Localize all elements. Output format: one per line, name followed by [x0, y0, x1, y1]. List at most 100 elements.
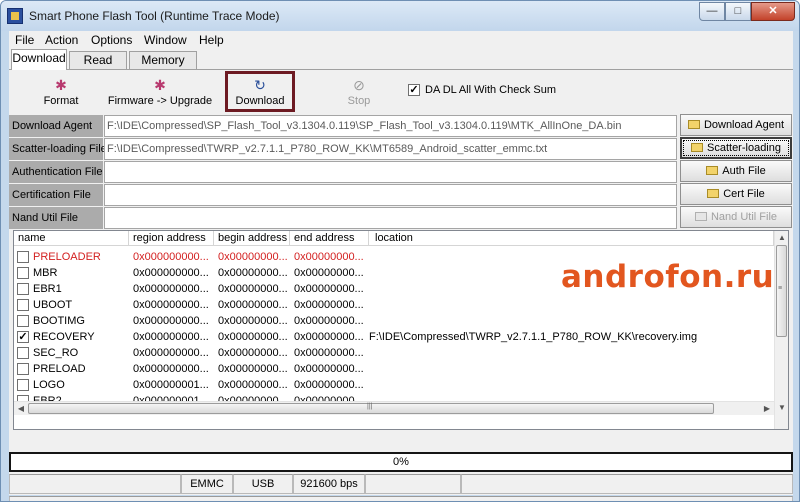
nand-util-file-field[interactable] [104, 207, 677, 229]
tab-download[interactable]: Download [11, 49, 67, 70]
tab-memory-test[interactable]: Memory Test [129, 51, 197, 84]
menu-options[interactable]: Options [91, 33, 132, 47]
scatter-loading-label: Scatter-loading File [9, 138, 107, 160]
scroll-up-arrow-icon[interactable]: ▲ [775, 231, 788, 245]
status-port: USB [233, 474, 293, 494]
row-end-address: 0x00000000... [294, 347, 364, 359]
column-header-begin-address[interactable]: begin address [214, 231, 290, 246]
scatter-loading-field[interactable]: F:\IDE\Compressed\TWRP_v2.7.1.1_P780_ROW… [104, 138, 677, 160]
download-icon: ↻ [254, 77, 266, 93]
download-agent-field[interactable]: F:\IDE\Compressed\SP_Flash_Tool_v3.1304.… [104, 115, 677, 137]
column-header-end-address[interactable]: end address [290, 231, 369, 246]
row-checkbox[interactable] [17, 283, 29, 295]
table-row[interactable]: UBOOT 0x000000000... 0x00000000... 0x000000… [14, 297, 774, 313]
row-checkbox[interactable] [17, 251, 29, 263]
close-button[interactable]: ✕ [751, 2, 795, 21]
status-storage: EMMC [181, 474, 233, 494]
scroll-grip-icon: ||| [367, 403, 373, 410]
column-header-region-address[interactable]: region address [129, 231, 214, 246]
row-end-address: 0x00000000... [294, 283, 364, 295]
row-checkbox[interactable] [17, 363, 29, 375]
row-begin-address: 0x00000000... [218, 331, 288, 343]
format-label: Format [43, 95, 79, 107]
row-end-address: 0x00000000... [294, 315, 364, 327]
column-header-name[interactable]: name [14, 231, 129, 246]
row-checkbox[interactable] [17, 315, 29, 327]
row-region-address: 0x000000000... [133, 267, 209, 279]
table-row[interactable]: BOOTIMG 0x000000000... 0x00000000... 0x0000… [14, 313, 774, 329]
row-region-address: 0x000000000... [133, 331, 209, 343]
minimize-button[interactable]: — [699, 2, 725, 21]
authentication-file-label: Authentication File [9, 161, 103, 183]
menu-file[interactable]: File [15, 33, 34, 47]
window-title: Smart Phone Flash Tool (Runtime Trace Mo… [29, 9, 280, 23]
cert-file-button[interactable]: Cert File [680, 183, 792, 205]
status-cell-empty [461, 474, 793, 494]
menu-window[interactable]: Window [144, 33, 187, 47]
da-checksum-label: DA DL All With Check Sum [425, 84, 557, 96]
scroll-left-arrow-icon[interactable]: ◀ [14, 402, 28, 416]
row-region-address: 0x000000000... [133, 363, 209, 375]
download-label: Download [235, 95, 285, 107]
row-end-address: 0x00000000... [294, 331, 364, 343]
row-region-address: 0x000000000... [133, 347, 209, 359]
row-name: EBR1 [33, 283, 62, 295]
row-end-address: 0x00000000... [294, 363, 364, 375]
firmware-upgrade-icon: ✱ [154, 77, 166, 93]
status-cell-empty [9, 474, 181, 494]
horizontal-scrollbar[interactable]: ◀ ||| ▶ [14, 401, 774, 415]
row-checkbox[interactable] [17, 347, 29, 359]
folder-icon [707, 189, 720, 198]
bottom-status-cell [9, 496, 793, 501]
scroll-grip-icon: ≡ [778, 285, 783, 292]
row-begin-address: 0x00000000... [218, 251, 288, 263]
download-agent-button[interactable]: Download Agent [680, 114, 792, 136]
certification-file-field[interactable] [104, 184, 677, 206]
table-row[interactable]: PRELOAD 0x000000000... 0x00000000... 0x0000… [14, 361, 774, 377]
table-row[interactable]: SEC_RO 0x000000000... 0x00000000... 0x00000… [14, 345, 774, 361]
scatter-loading-button[interactable]: Scatter-loading [680, 137, 792, 159]
bottom-status-bar [9, 496, 793, 501]
tab-read-back[interactable]: Read back [69, 51, 127, 84]
row-checkbox[interactable] [17, 299, 29, 311]
table-row[interactable]: LOGO 0x000000001... 0x00000000... 0x0000000… [14, 377, 774, 393]
row-checkbox[interactable] [17, 379, 29, 391]
row-name: UBOOT [33, 299, 73, 311]
format-button[interactable]: ✱ Format [39, 78, 83, 107]
firmware-upgrade-label: Firmware -> Upgrade [107, 95, 213, 107]
folder-icon [694, 212, 707, 221]
da-checksum-checkbox[interactable] [408, 84, 420, 96]
row-begin-address: 0x00000000... [218, 267, 288, 279]
row-begin-address: 0x00000000... [218, 379, 288, 391]
stop-button[interactable]: ⊘ Stop [335, 78, 383, 107]
authentication-file-field[interactable] [104, 161, 677, 183]
row-region-address: 0x000000000... [133, 283, 209, 295]
status-baud: 921600 bps [293, 474, 365, 494]
scroll-right-arrow-icon[interactable]: ▶ [760, 402, 774, 416]
row-region-address: 0x000000000... [133, 315, 209, 327]
row-end-address: 0x00000000... [294, 267, 364, 279]
firmware-upgrade-button[interactable]: ✱ Firmware -> Upgrade [107, 78, 213, 107]
auth-file-button[interactable]: Auth File [680, 160, 792, 182]
folder-icon [706, 166, 719, 175]
row-region-address: 0x000000001... [133, 379, 209, 391]
download-button[interactable]: ↻ Download [231, 78, 289, 107]
vertical-scrollbar[interactable]: ▲ ≡ ▼ [774, 231, 788, 429]
row-location: F:\IDE\Compressed\TWRP_v2.7.1.1_P780_ROW… [369, 331, 698, 343]
title-bar[interactable]: Smart Phone Flash Tool (Runtime Trace Mo… [1, 1, 799, 31]
row-name: SEC_RO [33, 347, 79, 359]
menu-action[interactable]: Action [45, 33, 78, 47]
nand-util-file-button[interactable]: Nand Util File [680, 206, 792, 228]
stop-icon: ⊘ [353, 77, 365, 93]
table-row[interactable]: RECOVERY 0x000000000... 0x00000000... 0x000… [14, 329, 774, 345]
folder-icon [691, 143, 703, 152]
column-header-location[interactable]: location [369, 231, 774, 246]
scroll-down-arrow-icon[interactable]: ▼ [775, 401, 788, 415]
row-name: LOGO [33, 379, 65, 391]
maximize-button[interactable]: □ [725, 2, 751, 21]
row-end-address: 0x00000000... [294, 299, 364, 311]
menu-help[interactable]: Help [199, 33, 224, 47]
row-region-address: 0x000000000... [133, 251, 209, 263]
row-checkbox[interactable] [17, 331, 29, 343]
row-checkbox[interactable] [17, 267, 29, 279]
